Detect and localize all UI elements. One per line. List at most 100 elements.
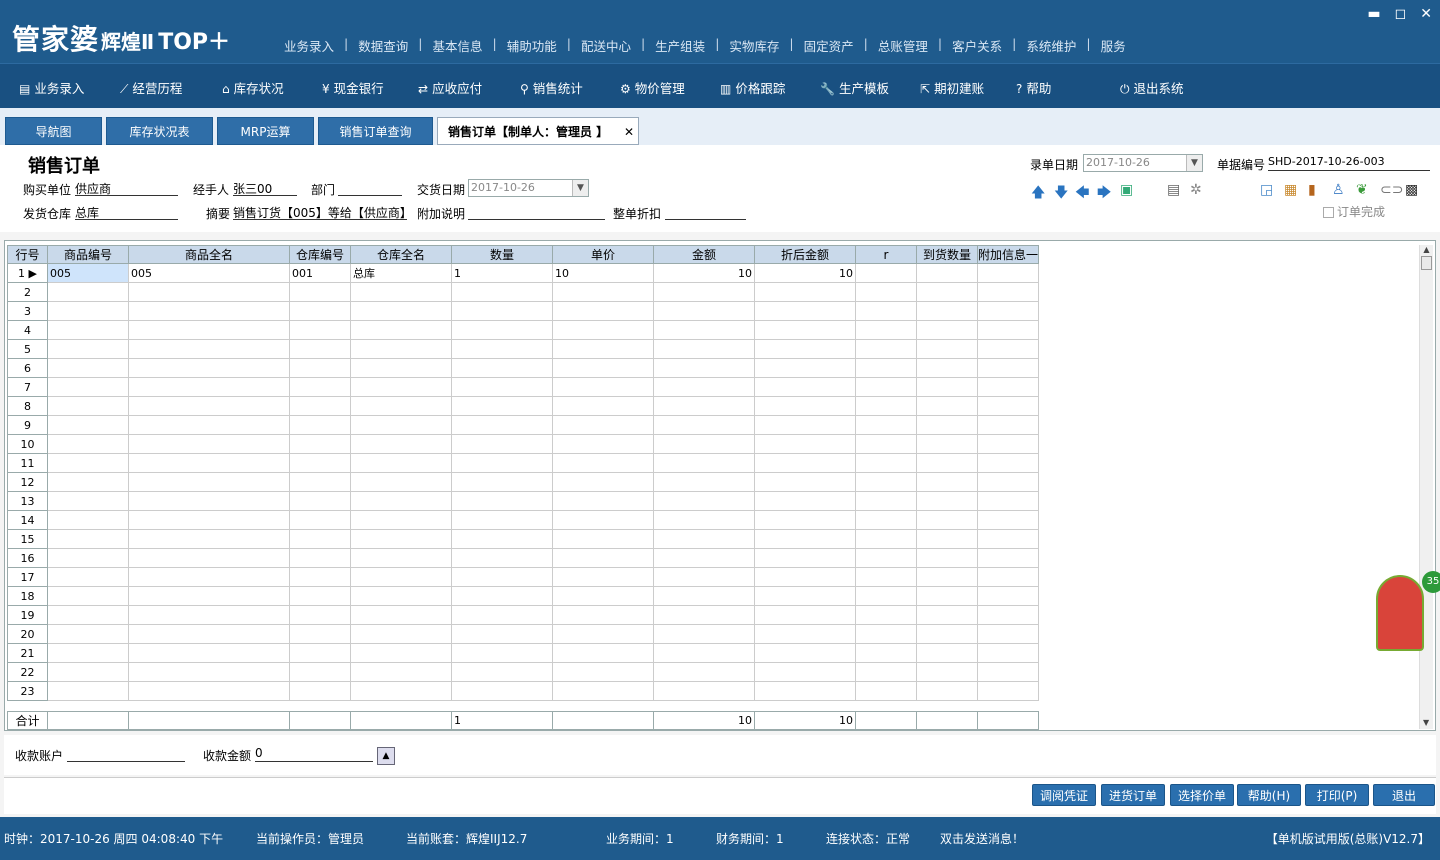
grid-cell[interactable] [977,605,1039,625]
grid-cell[interactable] [754,282,856,302]
grid-cell[interactable] [350,415,452,435]
toolbar-item[interactable]: ¥ 现金银行 [322,78,384,97]
account-field[interactable] [67,746,185,762]
grid-cell[interactable] [754,510,856,530]
grid-cell[interactable] [916,491,978,511]
grid-cell[interactable] [289,662,351,682]
grid-cell[interactable] [855,491,917,511]
grid-cell[interactable] [916,605,978,625]
toolbar-item[interactable]: ⟋ 经营历程 [120,78,182,97]
grid-cell[interactable] [855,358,917,378]
grid-cell[interactable] [855,586,917,606]
grid-cell[interactable] [289,396,351,416]
grid-cell[interactable] [977,434,1039,454]
grid-cell[interactable] [977,396,1039,416]
grid-cell[interactable] [916,662,978,682]
grid-cell[interactable] [289,358,351,378]
grid-cell[interactable] [916,529,978,549]
grid-cell[interactable] [289,301,351,321]
grid-cell[interactable] [128,491,290,511]
grid-cell[interactable] [653,377,755,397]
cell-product-code[interactable]: 005 [47,263,129,283]
grid-cell[interactable] [350,396,452,416]
column-header[interactable]: 折后金额 [754,245,856,264]
grid-cell[interactable] [653,339,755,359]
grid-cell[interactable] [653,643,755,663]
grid-cell[interactable] [350,662,452,682]
grid-cell[interactable] [47,453,129,473]
grid-cell[interactable] [653,529,755,549]
link-icon[interactable]: ⊂⊃ [1380,182,1403,198]
grid-cell[interactable] [128,643,290,663]
grid-cell[interactable] [350,320,452,340]
grid-cell[interactable] [855,415,917,435]
table-row[interactable]: 1 ▶ 005 005 001 总库 1 10 10 10 [7,263,1039,283]
grid-cell[interactable] [128,282,290,302]
mascot-house-icon[interactable] [1376,575,1424,651]
note-field[interactable] [468,204,605,220]
grid-cell[interactable] [552,434,654,454]
grid-cell[interactable] [128,320,290,340]
grid-cell[interactable] [128,377,290,397]
grid-cell[interactable] [916,282,978,302]
grid-cell[interactable] [47,320,129,340]
grid-cell[interactable] [754,301,856,321]
grid-cell[interactable] [552,662,654,682]
grid-cell[interactable] [451,434,553,454]
grid-cell[interactable] [754,320,856,340]
grid-cell[interactable] [754,491,856,511]
grid-cell[interactable] [855,282,917,302]
minimize-icon[interactable]: ▬ [1367,6,1380,22]
grid-cell[interactable] [289,624,351,644]
grid-cell[interactable] [47,662,129,682]
grid-cell[interactable] [977,586,1039,606]
arrow-right-icon[interactable]: 🡆 [1097,182,1111,206]
grid-cell[interactable] [350,510,452,530]
grid-cell[interactable] [350,548,452,568]
grid-cell[interactable] [653,586,755,606]
table-row[interactable]: 11 [7,453,1039,473]
grid-cell[interactable] [451,586,553,606]
grid-cell[interactable] [350,453,452,473]
grid-cell[interactable] [855,396,917,416]
grid-cell[interactable] [855,301,917,321]
grid-cell[interactable] [977,548,1039,568]
grid-cell[interactable] [350,605,452,625]
grid-cell[interactable] [289,320,351,340]
toolbar-item[interactable]: ⚙ 物价管理 [620,78,685,97]
grid-cell[interactable] [552,605,654,625]
tab-close-icon[interactable]: ✕ [624,118,634,146]
grid-cell[interactable] [350,491,452,511]
top-menu-item[interactable]: 生产组装 [647,36,713,55]
grid-cell[interactable] [754,624,856,644]
grid-cell[interactable] [855,320,917,340]
grid-cell[interactable] [855,662,917,682]
grid-cell[interactable] [451,453,553,473]
grid-cell[interactable] [754,339,856,359]
grid-cell[interactable] [754,453,856,473]
grid-cell[interactable] [289,605,351,625]
grid-cell[interactable] [916,548,978,568]
grid-cell[interactable] [653,491,755,511]
grid-cell[interactable] [289,472,351,492]
grid-cell[interactable] [451,301,553,321]
grid-cell[interactable] [916,567,978,587]
grid-cell[interactable] [552,339,654,359]
grid-cell[interactable] [128,415,290,435]
grid-cell[interactable] [451,415,553,435]
grid-cell[interactable] [47,415,129,435]
grid-cell[interactable] [552,510,654,530]
grid-cell[interactable] [451,358,553,378]
grid-cell[interactable] [128,358,290,378]
grid-cell[interactable] [552,282,654,302]
grid-cell[interactable] [916,358,978,378]
grid-cell[interactable] [350,681,452,701]
table-row[interactable]: 12 [7,472,1039,492]
grid-cell[interactable] [916,377,978,397]
grid-cell[interactable] [451,339,553,359]
grid-cell[interactable] [916,415,978,435]
grid-cell[interactable] [855,681,917,701]
tab-sales-order-query[interactable]: 销售订单查询 [318,117,433,145]
grid-cell[interactable] [754,662,856,682]
table-row[interactable]: 8 [7,396,1039,416]
